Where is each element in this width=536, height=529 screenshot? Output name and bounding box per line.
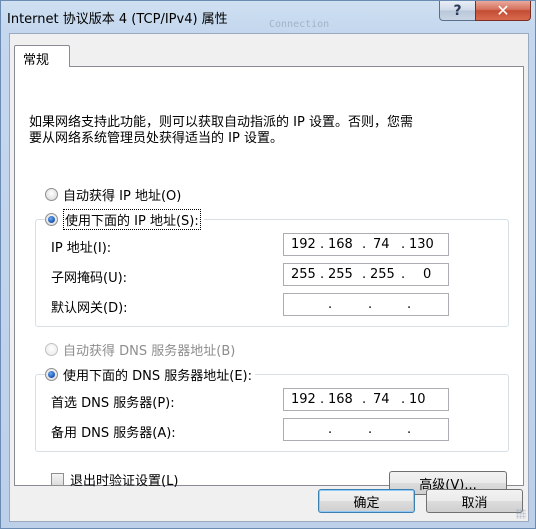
- ip-address-octet-3: 74: [373, 237, 390, 252]
- subnet-octet-1: 255: [291, 267, 316, 282]
- dialog-client-area: 常规 如果网络支持此功能，则可以获取自动指派的 IP 设置。否则，您需 要从网络…: [9, 33, 529, 522]
- alternate-dns-dot-3: .: [407, 422, 412, 437]
- subnet-dot-1: .: [320, 267, 325, 282]
- radio-auto-ip-indicator: [45, 188, 58, 201]
- preferred-dns-input[interactable]: 192 . 168 . 74 . 10: [283, 388, 449, 411]
- preferred-dns-octet-2: 168: [328, 392, 353, 407]
- radio-manual-ip-label: 使用下面的 IP 地址(S):: [63, 209, 201, 230]
- alternate-dns-input[interactable]: . . .: [283, 418, 449, 441]
- preferred-dns-label: 首选 DNS 服务器(P):: [51, 396, 175, 411]
- subnet-dot-3: .: [401, 267, 406, 282]
- general-tab-panel: 如果网络支持此功能，则可以获取自动指派的 IP 设置。否则，您需 要从网络系统管…: [14, 66, 524, 495]
- alternate-dns-dot-2: .: [368, 422, 373, 437]
- alternate-dns-dot-1: .: [328, 422, 333, 437]
- ip-address-octet-4: 130: [409, 237, 434, 252]
- ip-address-octet-1: 192: [291, 237, 316, 252]
- window-title: Internet 协议版本 4 (TCP/IPv4) 属性: [7, 12, 228, 27]
- preferred-dns-dot-2: .: [362, 392, 367, 407]
- validate-checkbox-box: [51, 473, 64, 486]
- cancel-button[interactable]: 取消: [426, 489, 523, 513]
- ip-address-dot-3: .: [401, 237, 406, 252]
- ip-address-octet-2: 168: [328, 237, 353, 252]
- help-icon: ?: [453, 2, 462, 19]
- preferred-dns-octet-3: 74: [373, 392, 390, 407]
- subnet-dot-2: .: [362, 267, 367, 282]
- radio-auto-dns-label: 自动获得 DNS 服务器地址(B): [63, 344, 236, 359]
- default-gateway-label: 默认网关(D):: [51, 301, 128, 316]
- radio-auto-dns-indicator: [45, 343, 58, 356]
- gateway-dot-1: .: [328, 297, 333, 312]
- preferred-dns-dot-1: .: [320, 392, 325, 407]
- help-button[interactable]: ?: [439, 1, 476, 21]
- preferred-dns-octet-1: 192: [291, 392, 316, 407]
- validate-on-exit-checkbox[interactable]: 退出时验证设置(L): [51, 470, 178, 489]
- radio-auto-ip-label: 自动获得 IP 地址(O): [63, 189, 182, 204]
- preferred-dns-octet-4: 10: [409, 392, 426, 407]
- subnet-octet-3: 255: [370, 267, 395, 282]
- preferred-dns-dot-3: .: [401, 392, 406, 407]
- ip-address-input[interactable]: 192 . 168 . 74 . 130: [283, 233, 449, 256]
- tab-general[interactable]: 常规: [14, 45, 70, 68]
- dialog-window: Internet 协议版本 4 (TCP/IPv4) 属性 Connection…: [0, 0, 536, 529]
- radio-manual-ip-indicator: [45, 213, 58, 226]
- validate-checkbox-label: 退出时验证设置(L): [70, 474, 179, 489]
- gateway-dot-3: .: [407, 297, 412, 312]
- alternate-dns-label: 备用 DNS 服务器(A):: [51, 426, 176, 441]
- ok-button[interactable]: 确定: [318, 489, 415, 513]
- subnet-octet-4: 0: [423, 267, 432, 282]
- default-gateway-input[interactable]: . . .: [283, 293, 449, 316]
- gateway-dot-2: .: [368, 297, 373, 312]
- ip-address-dot-2: .: [362, 237, 367, 252]
- background-window-text: Connection: [269, 19, 330, 30]
- radio-manual-dns-indicator: [45, 368, 58, 381]
- radio-manual-ip[interactable]: 使用下面的 IP 地址(S):: [45, 209, 204, 230]
- subnet-octet-2: 255: [328, 267, 353, 282]
- resize-grip[interactable]: [516, 509, 526, 519]
- subnet-mask-label: 子网掩码(U):: [51, 271, 128, 286]
- ip-address-label: IP 地址(I):: [51, 241, 112, 256]
- description-text: 如果网络支持此功能，则可以获取自动指派的 IP 设置。否则，您需 要从网络系统管…: [29, 115, 413, 146]
- radio-manual-dns-label: 使用下面的 DNS 服务器地址(E):: [63, 369, 252, 384]
- subnet-mask-input[interactable]: 255 . 255 . 255 . 0: [283, 263, 449, 286]
- close-icon: ✕: [496, 1, 510, 20]
- radio-auto-dns[interactable]: 自动获得 DNS 服务器地址(B): [45, 340, 235, 359]
- radio-manual-dns[interactable]: 使用下面的 DNS 服务器地址(E):: [45, 365, 255, 384]
- close-button[interactable]: ✕: [475, 1, 531, 21]
- radio-auto-ip[interactable]: 自动获得 IP 地址(O): [45, 185, 181, 204]
- title-bar[interactable]: Internet 协议版本 4 (TCP/IPv4) 属性 Connection…: [1, 1, 535, 33]
- ip-address-dot-1: .: [320, 237, 325, 252]
